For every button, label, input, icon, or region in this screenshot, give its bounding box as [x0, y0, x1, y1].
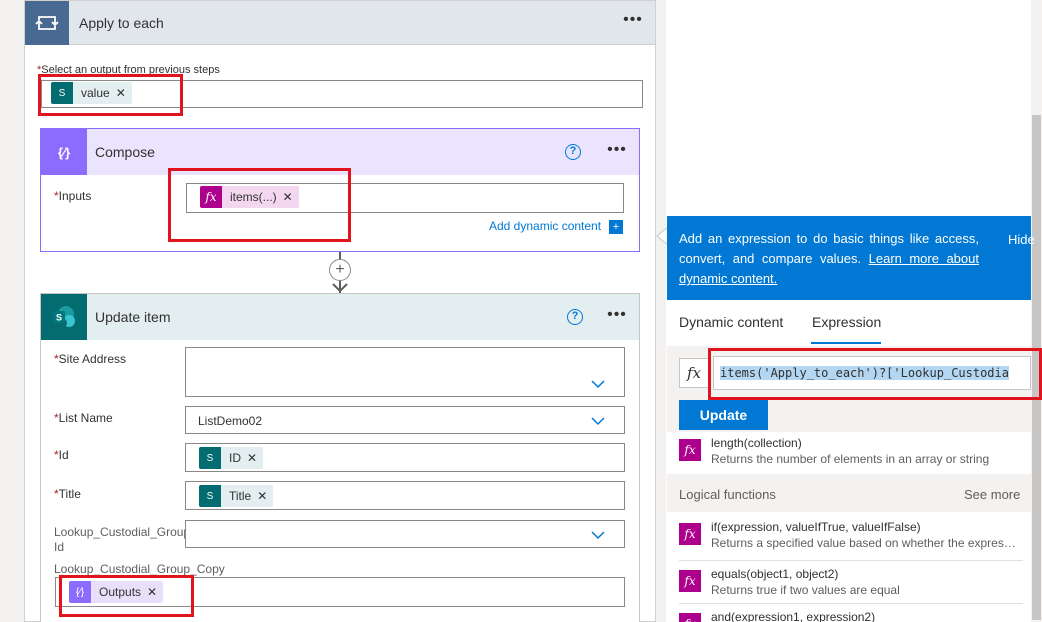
- id-label: *Id: [54, 448, 69, 462]
- tab-expression[interactable]: Expression: [812, 314, 881, 330]
- update-item-header[interactable]: S Update item ? •••: [41, 294, 639, 340]
- title-label: *Title: [54, 487, 81, 501]
- panel-tabs: Dynamic content Expression: [667, 300, 1031, 346]
- fx-icon: fx: [679, 523, 701, 545]
- update-item-more-icon[interactable]: •••: [603, 307, 631, 328]
- remove-token-icon[interactable]: ✕: [257, 489, 273, 503]
- tab-dynamic-content[interactable]: Dynamic content: [679, 314, 783, 330]
- info-text: Add an expression to do basic things lik…: [679, 231, 979, 286]
- expression-editor: fx items('Apply_to_each')?['Lookup_Custo…: [667, 346, 1031, 432]
- select-output-label: *Select an output from previous steps: [37, 64, 220, 76]
- list-name-value: ListDemo02: [198, 414, 263, 428]
- divider: [679, 603, 1023, 604]
- remove-token-icon[interactable]: ✕: [247, 451, 263, 465]
- svg-text:S: S: [56, 313, 62, 323]
- active-tab-indicator: [811, 342, 881, 344]
- apply-to-each-more-icon[interactable]: •••: [619, 12, 647, 33]
- fx-icon: fx: [679, 439, 701, 461]
- sharepoint-icon: S: [199, 485, 221, 507]
- outputs-token[interactable]: {∕} Outputs ✕: [69, 581, 164, 603]
- list-name-field[interactable]: ListDemo02: [185, 406, 625, 434]
- compose-more-icon[interactable]: •••: [603, 142, 631, 163]
- function-item[interactable]: fx equals(object1, object2) Returns true…: [667, 563, 1031, 603]
- lookup-copy-label: Lookup_Custodial_Group_Copy: [54, 562, 225, 576]
- fx-icon: fx: [200, 186, 222, 208]
- hide-link[interactable]: Hide: [1008, 232, 1035, 247]
- flow-canvas: Apply to each ••• *Select an output from…: [0, 0, 660, 622]
- chevron-down-icon[interactable]: [591, 530, 605, 540]
- id-token[interactable]: S ID ✕: [199, 447, 264, 469]
- sharepoint-icon: S: [41, 294, 87, 340]
- value-token[interactable]: S value ✕: [51, 82, 132, 104]
- title-token[interactable]: S Title ✕: [199, 485, 274, 507]
- compose-title: Compose: [95, 144, 155, 160]
- sharepoint-icon: S: [51, 82, 73, 104]
- items-expression-token[interactable]: fx items(...) ✕: [200, 186, 299, 208]
- section-title: Logical functions: [679, 487, 776, 502]
- apply-to-each-header[interactable]: Apply to each •••: [25, 1, 655, 45]
- site-address-label: *Site Address: [54, 352, 127, 366]
- add-dynamic-plus-icon[interactable]: +: [609, 220, 623, 234]
- add-dynamic-content-link[interactable]: Add dynamic content: [489, 219, 601, 233]
- lookup-id-field[interactable]: [185, 520, 625, 548]
- expression-input[interactable]: items('Apply_to_each')?['Lookup_Custodia: [713, 356, 1031, 390]
- chevron-down-icon[interactable]: [591, 416, 605, 426]
- chevron-down-icon[interactable]: [591, 379, 605, 389]
- update-item-title: Update item: [95, 309, 171, 325]
- remove-token-icon[interactable]: ✕: [147, 585, 163, 599]
- compose-header[interactable]: {∕} Compose ? •••: [41, 129, 639, 175]
- loop-icon: [25, 1, 69, 45]
- function-item[interactable]: fx and(expression1, expression2): [667, 606, 1031, 622]
- lookup-id-label: Lookup_Custodial_Group Id: [54, 525, 191, 554]
- scrollbar-thumb[interactable]: [1032, 115, 1041, 620]
- function-item[interactable]: fx if(expression, valueIfTrue, valueIfFa…: [667, 516, 1031, 556]
- arrow-down-icon: [332, 283, 348, 293]
- site-address-field[interactable]: [185, 347, 625, 397]
- help-icon[interactable]: ?: [565, 144, 581, 160]
- fx-icon: fx: [679, 570, 701, 592]
- logical-functions-header: Logical functions See more: [667, 474, 1031, 512]
- help-icon[interactable]: ?: [567, 309, 583, 325]
- update-button[interactable]: Update: [679, 400, 768, 430]
- list-name-label: *List Name: [54, 411, 113, 425]
- divider: [679, 560, 1023, 561]
- fx-icon: fx: [679, 613, 701, 622]
- function-item[interactable]: fx length(collection) Returns the number…: [667, 432, 1031, 472]
- see-more-link[interactable]: See more: [964, 487, 1020, 502]
- compose-icon: {∕}: [69, 581, 91, 603]
- insert-step-icon[interactable]: +: [329, 259, 351, 281]
- sharepoint-icon: S: [199, 447, 221, 469]
- inputs-label: *Inputs: [54, 189, 92, 203]
- remove-token-icon[interactable]: ✕: [283, 190, 299, 204]
- expression-info-box: Add an expression to do basic things lik…: [667, 216, 1035, 300]
- compose-icon: {∕}: [41, 129, 87, 175]
- fx-icon: fx: [679, 358, 709, 388]
- remove-token-icon[interactable]: ✕: [116, 86, 132, 100]
- apply-to-each-title: Apply to each: [79, 15, 164, 31]
